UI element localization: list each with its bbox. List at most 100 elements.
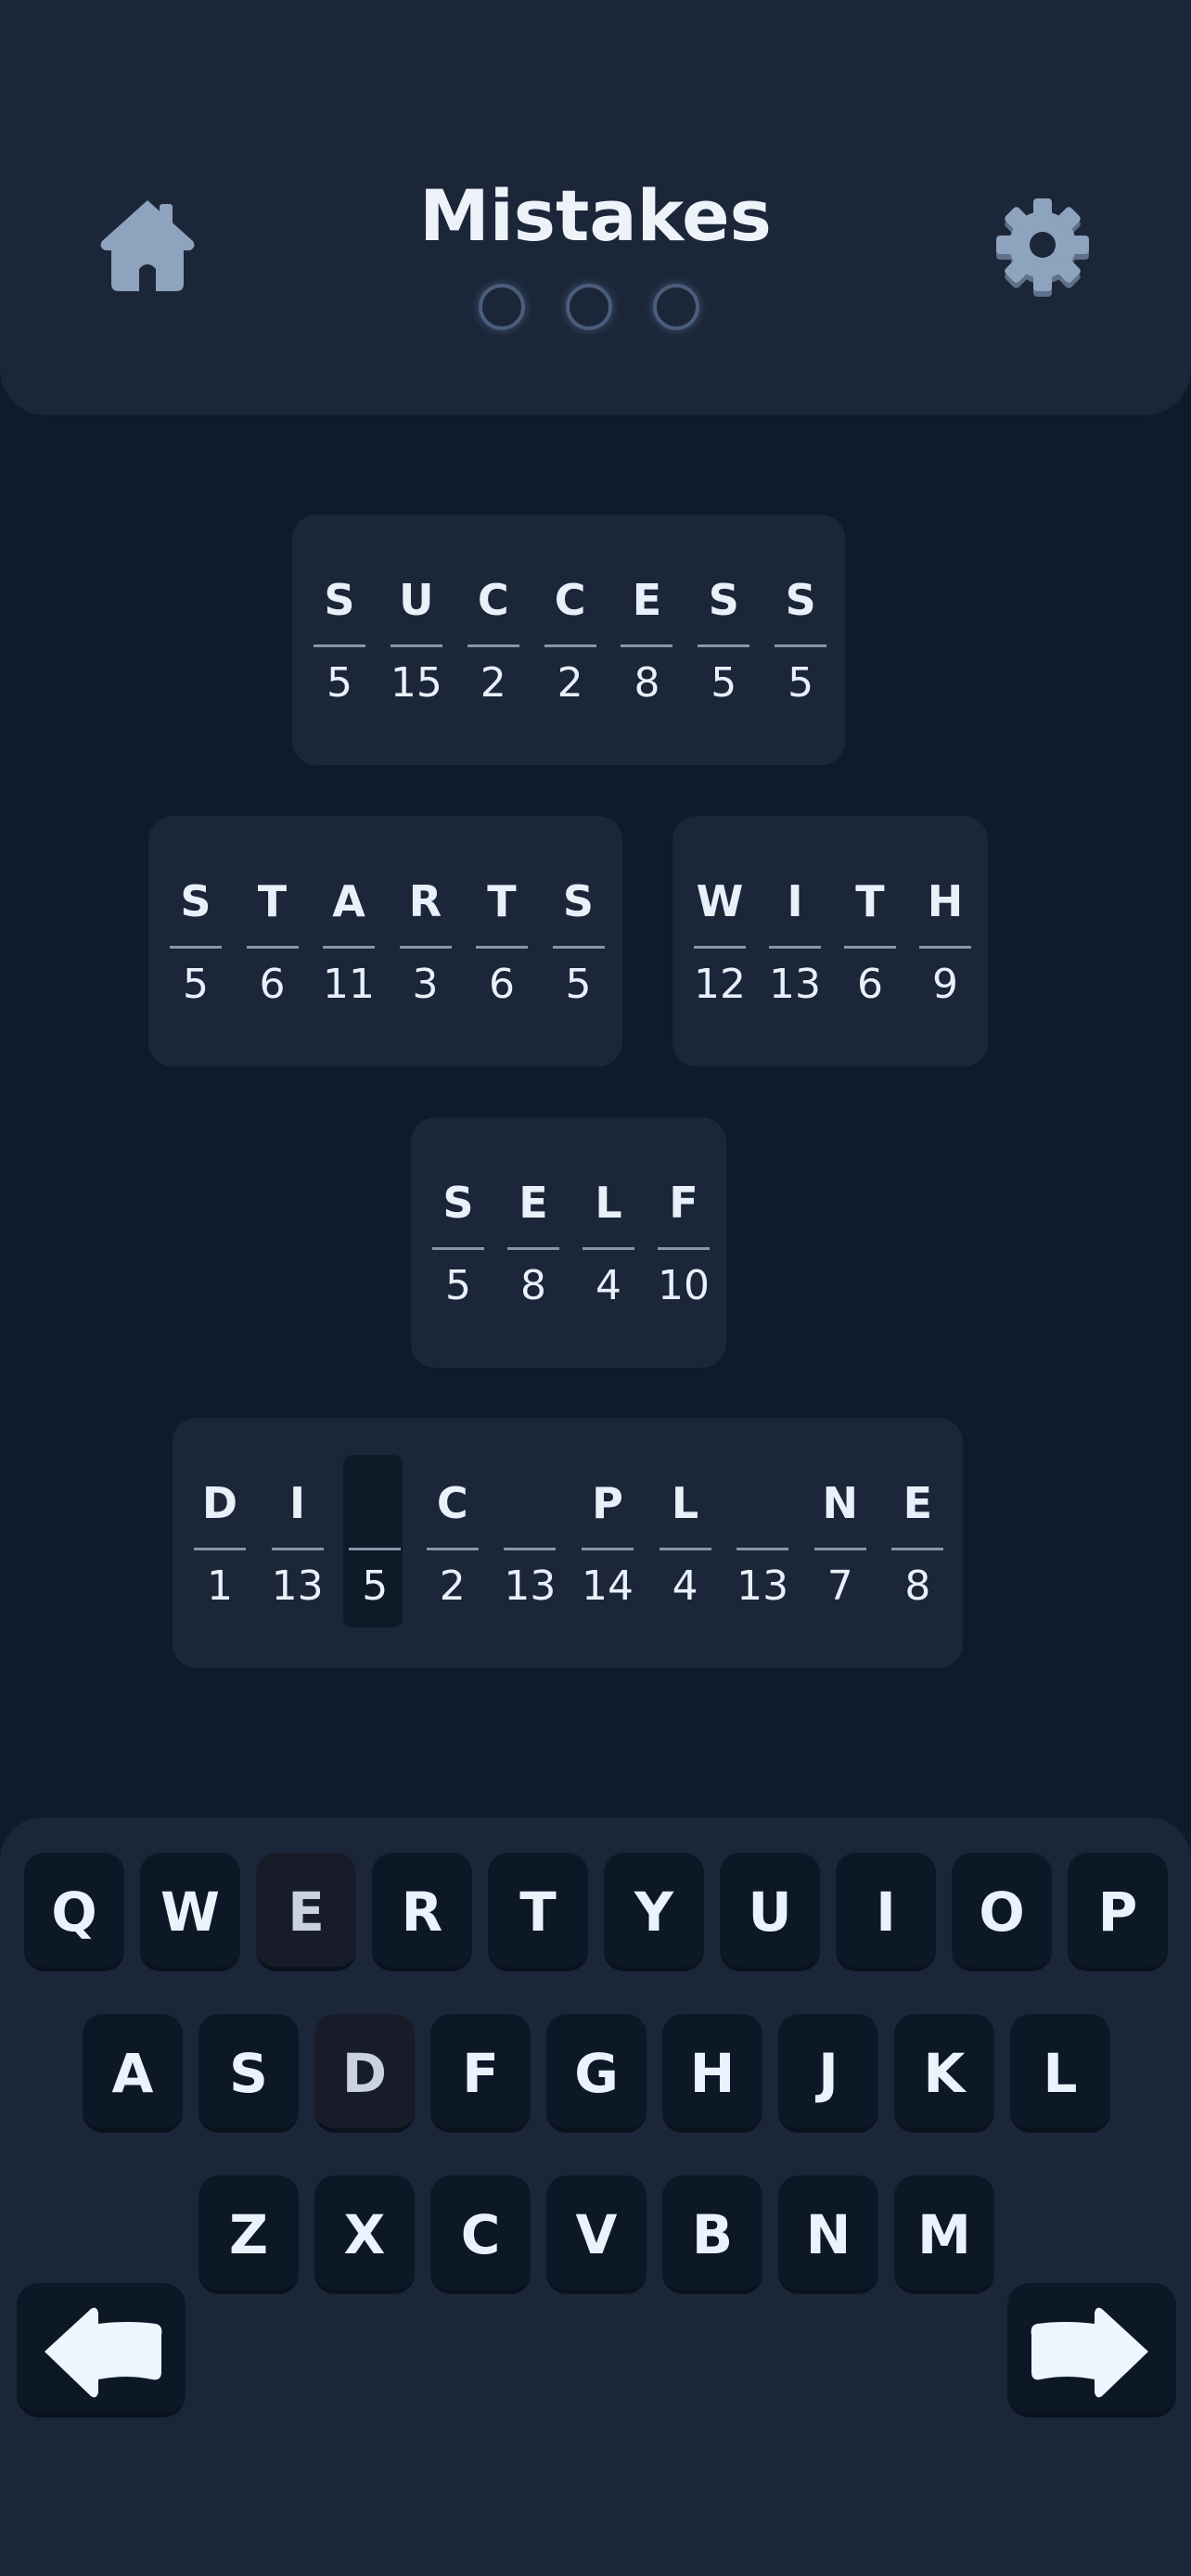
letter-cell[interactable]: E8: [501, 1175, 576, 1323]
cell-underline: [476, 946, 528, 949]
letter-cell[interactable]: H9: [913, 874, 988, 1022]
key-v[interactable]: V: [546, 2175, 647, 2294]
cell-underline: [399, 946, 452, 949]
cell-underline: [581, 1548, 634, 1550]
letter-cell[interactable]: C2: [461, 572, 538, 721]
letter-cell[interactable]: I 13: [265, 1475, 343, 1624]
key-o[interactable]: O: [952, 1853, 1052, 1971]
letter-cell[interactable]: U 15: [384, 572, 461, 721]
cell-letter: E: [903, 1478, 933, 1528]
cell-underline: [432, 1247, 484, 1250]
key-y[interactable]: Y: [604, 1853, 704, 1971]
keyboard-row: ASDFGHJKL: [0, 2014, 1191, 2135]
key-c[interactable]: C: [430, 2175, 531, 2294]
cell-letter: F: [669, 1178, 698, 1228]
key-r[interactable]: R: [372, 1853, 472, 1971]
keyboard-row: QWERTYUIOP: [0, 1853, 1191, 1973]
letter-cell[interactable]: L4: [653, 1475, 731, 1624]
letter-cell[interactable]: W 12: [687, 874, 762, 1022]
key-h[interactable]: H: [662, 2014, 762, 2133]
key-i[interactable]: I: [836, 1853, 936, 1971]
letter-cell[interactable]: S5: [691, 572, 768, 721]
cell-number: 1: [207, 1562, 233, 1610]
key-b[interactable]: B: [662, 2175, 762, 2294]
letter-cell[interactable]: S5: [768, 572, 845, 721]
cell-number: 13: [736, 1562, 789, 1610]
cell-number: 2: [557, 659, 583, 707]
cell-number: 3: [412, 961, 439, 1008]
cell-underline: [694, 946, 746, 949]
word-panel: S 5 T 6 A 11 R 3 T 6 S 5: [148, 816, 622, 1066]
letter-cell[interactable]: D1: [187, 1475, 265, 1624]
letter-cell[interactable]: L4: [576, 1175, 651, 1323]
key-e[interactable]: E: [256, 1853, 356, 1971]
cell-letter: A: [332, 876, 365, 926]
key-k[interactable]: K: [894, 2014, 994, 2133]
letter-cell[interactable]: T6: [240, 874, 317, 1022]
cell-underline: [813, 1548, 866, 1550]
letter-cell[interactable]: R3: [393, 874, 470, 1022]
key-j[interactable]: J: [778, 2014, 878, 2133]
letter-cell[interactable]: C2: [420, 1475, 498, 1624]
key-l[interactable]: L: [1010, 2014, 1110, 2133]
next-cell-button[interactable]: [1007, 2283, 1176, 2417]
letter-cell[interactable]: T6: [838, 874, 913, 1022]
key-m[interactable]: M: [894, 2175, 994, 2294]
cell-letter: S: [442, 1178, 474, 1228]
key-x[interactable]: X: [314, 2175, 415, 2294]
letter-cell[interactable]: S5: [163, 874, 240, 1022]
cell-underline: [323, 946, 375, 949]
letter-cell[interactable]: N7: [808, 1475, 886, 1624]
key-n[interactable]: N: [778, 2175, 878, 2294]
cell-number: 6: [489, 961, 515, 1008]
word-panel: S 5 E 8 L 4 F 10: [411, 1117, 726, 1368]
key-t[interactable]: T: [488, 1853, 588, 1971]
letter-cell[interactable]: E8: [614, 572, 691, 721]
letter-cell[interactable]: F 10: [651, 1175, 726, 1323]
cell-number: 5: [327, 659, 352, 707]
letter-cell[interactable]: S5: [426, 1175, 501, 1323]
cell-underline: [194, 1548, 246, 1550]
letter-cell[interactable]: A 11: [316, 874, 393, 1022]
settings-button[interactable]: [991, 193, 1095, 297]
letter-cell[interactable]: T6: [469, 874, 546, 1022]
letter-cell[interactable]: 13: [497, 1475, 575, 1624]
cell-underline: [467, 644, 519, 647]
key-d[interactable]: D: [314, 2014, 415, 2133]
key-p[interactable]: P: [1068, 1853, 1168, 1971]
key-s[interactable]: S: [198, 2014, 299, 2133]
letter-cell[interactable]: E8: [885, 1475, 963, 1624]
cell-letter: D: [201, 1478, 238, 1528]
letter-cell[interactable]: S5: [307, 572, 384, 721]
key-g[interactable]: G: [546, 2014, 647, 2133]
keyboard-row: ZXCVBNM: [0, 2175, 1191, 2296]
cell-letter: U: [399, 575, 434, 625]
letter-cell[interactable]: I 13: [762, 874, 838, 1022]
key-u[interactable]: U: [720, 1853, 820, 1971]
letter-cell[interactable]: P 14: [575, 1475, 653, 1624]
cell-letter: N: [822, 1478, 859, 1528]
letter-cell[interactable]: S5: [546, 874, 623, 1022]
previous-cell-button[interactable]: [17, 2283, 186, 2417]
letter-cell[interactable]: C2: [538, 572, 615, 721]
cell-number: 4: [672, 1562, 698, 1610]
cell-underline: [170, 946, 222, 949]
cell-letter: T: [487, 876, 517, 926]
key-z[interactable]: Z: [198, 2175, 299, 2294]
key-f[interactable]: F: [430, 2014, 531, 2133]
key-a[interactable]: A: [83, 2014, 183, 2133]
cell-number: 5: [362, 1562, 389, 1610]
cell-underline: [844, 946, 896, 949]
cell-underline: [698, 644, 750, 647]
key-w[interactable]: W: [140, 1853, 240, 1971]
cell-underline: [775, 644, 827, 647]
key-q[interactable]: Q: [24, 1853, 124, 1971]
letter-cell[interactable]: 13: [730, 1475, 808, 1624]
active-letter-cell[interactable]: 5: [342, 1455, 420, 1627]
word-panel: D 1 I 13 5 C 2 13 P 14 L 4 13 N 7 E 8: [173, 1418, 963, 1668]
arrow-right-icon: [1031, 2307, 1148, 2398]
cell-number: 2: [480, 659, 506, 707]
cell-number: 14: [581, 1562, 634, 1610]
cell-number: 5: [711, 659, 737, 707]
cell-number: 5: [183, 961, 209, 1008]
